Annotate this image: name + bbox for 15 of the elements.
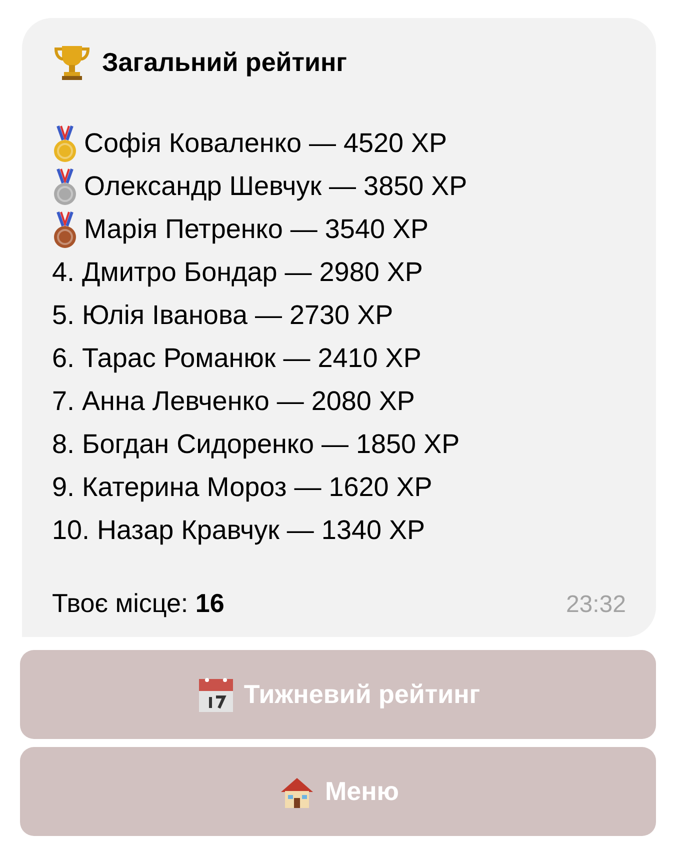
ranking-entry: 4. Дмитро Бондар — 2980 XP xyxy=(52,257,423,288)
ranking-entry: 5. Юлія Іванова — 2730 XP xyxy=(52,300,394,331)
ranking-entry: Олександр Шевчук — 3850 XP xyxy=(84,171,468,202)
user-place: Твоє місце: 16 xyxy=(52,588,224,619)
message-time: 23:32 xyxy=(566,591,626,619)
keyboard-button[interactable]: Меню xyxy=(20,747,656,836)
ranking-entry: 8. Богдан Сидоренко — 1850 XP xyxy=(52,429,460,460)
ranking-entry: Софія Коваленко — 4520 XP xyxy=(84,128,448,159)
ranking-entry: 9. Катерина Мороз — 1620 XP xyxy=(52,472,432,503)
message-title: Загальний рейтинг xyxy=(102,46,348,78)
ranking-entry: 7. Анна Левченко — 2080 XP xyxy=(52,386,415,417)
ranking-entry: Марія Петренко — 3540 XP xyxy=(84,214,429,245)
ranking-entry: 6. Тарас Романюк — 2410 XP xyxy=(52,343,422,374)
ranking-entry: 10. Назар Кравчук — 1340 XP xyxy=(52,515,426,546)
keyboard-button[interactable]: Тижневий рейтинг xyxy=(20,650,656,739)
